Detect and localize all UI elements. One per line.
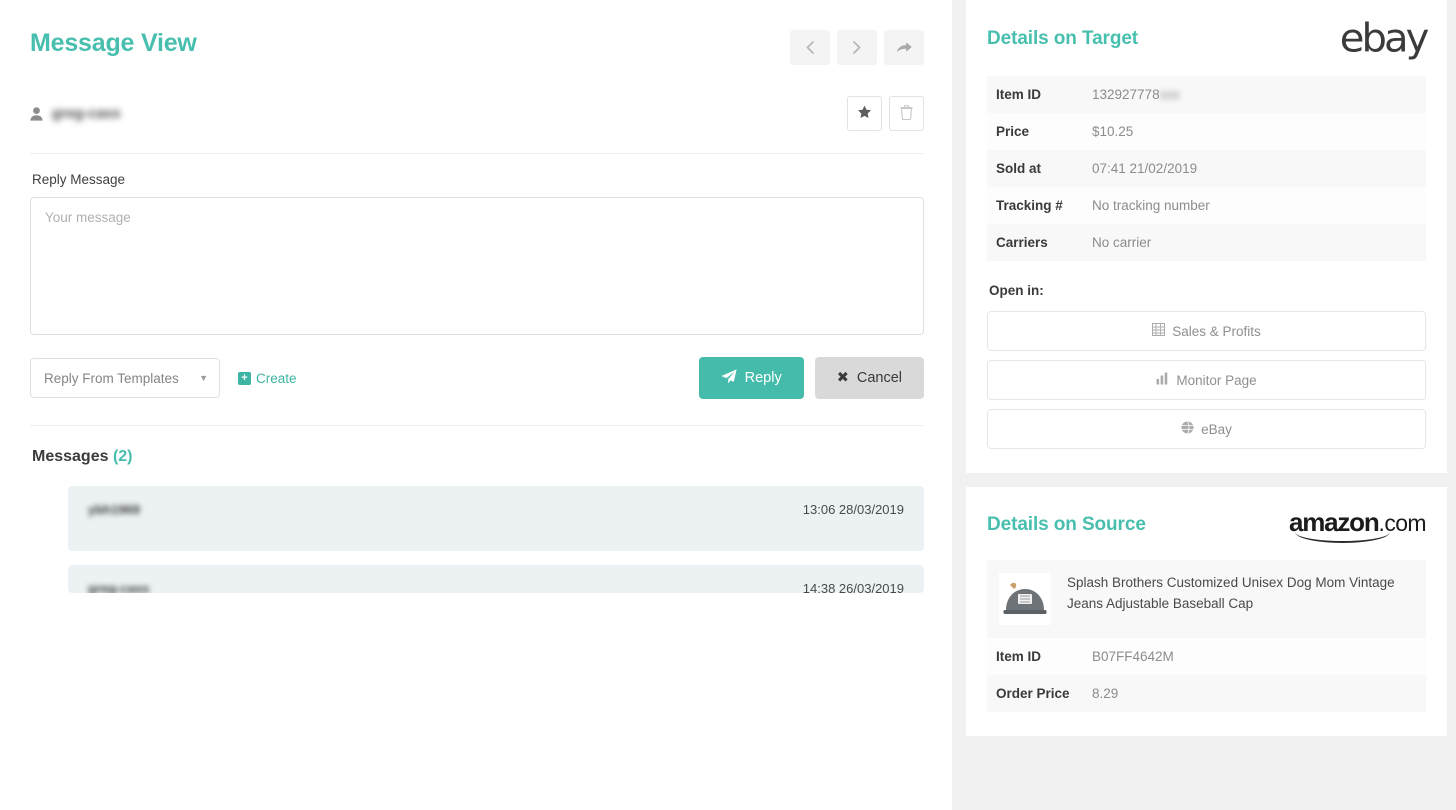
- message-date: 13:06 28/03/2019: [802, 502, 904, 517]
- row-key: Carriers: [996, 235, 1048, 250]
- reply-templates-select[interactable]: Reply From Templates ▼: [30, 358, 220, 398]
- row-value: No tracking number: [1092, 198, 1210, 213]
- row-key: Item ID: [996, 649, 1042, 664]
- target-item-id: 132927778: [1092, 87, 1160, 102]
- message-nav-buttons: [790, 22, 924, 65]
- message-sender: greg-cass: [88, 581, 150, 593]
- source-card-header: Details on Source amazon.com: [987, 509, 1427, 543]
- row-value: 07:41 21/02/2019: [1092, 161, 1198, 176]
- sender-username: greg-cass: [52, 105, 121, 122]
- source-details-table: Item ID B07FF4642M Order Price 8.29: [987, 638, 1426, 712]
- details-on-target-card: Details on Target ebay Item ID 132927778…: [966, 0, 1447, 473]
- details-on-source-title: Details on Source: [987, 513, 1146, 535]
- trash-icon: [900, 104, 913, 123]
- message-item[interactable]: greg-cass 14:38 26/03/2019: [68, 565, 924, 593]
- amazon-smile-icon: [1294, 532, 1390, 543]
- product-thumbnail: [999, 573, 1051, 625]
- target-item-id-redacted: xxx: [1159, 87, 1180, 102]
- row-key: Tracking #: [996, 198, 1063, 213]
- source-product-row: Splash Brothers Customized Unisex Dog Mo…: [987, 560, 1426, 638]
- amazon-logo: amazon.com: [1289, 509, 1427, 543]
- table-row: Carriers No carrier: [987, 224, 1426, 261]
- message-sender: ybh1969: [88, 502, 141, 517]
- sender-action-buttons: [847, 96, 924, 131]
- reply-templates-value: Reply From Templates: [44, 370, 179, 386]
- globe-icon: [1181, 421, 1194, 437]
- page-title: Message View: [30, 29, 197, 57]
- sender-info: greg-cass: [30, 106, 121, 122]
- details-on-target-title: Details on Target: [987, 28, 1139, 49]
- reply-toolbar-left: Reply From Templates ▼ + Create: [30, 358, 297, 398]
- reply-button[interactable]: Reply: [698, 357, 804, 399]
- row-key: Sold at: [996, 161, 1042, 176]
- ebay-logo: ebay: [1339, 16, 1429, 62]
- user-icon: [30, 106, 43, 121]
- source-product-name: Splash Brothers Customized Unisex Dog Mo…: [1067, 575, 1395, 611]
- open-in-sales-profits-label: Sales & Profits: [1172, 323, 1261, 339]
- delete-message-button[interactable]: [889, 96, 924, 131]
- row-value[interactable]: B07FF4642M: [1083, 638, 1426, 675]
- table-row: Order Price 8.29: [987, 675, 1426, 712]
- row-key: Order Price: [996, 686, 1070, 701]
- row-value[interactable]: 132927778xxx: [1083, 76, 1426, 113]
- open-in-ebay-label: eBay: [1201, 421, 1232, 437]
- open-in-ebay-button[interactable]: eBay: [987, 409, 1426, 449]
- details-on-source-card: Details on Source amazon.com Splash Brot…: [966, 487, 1447, 736]
- row-key: Item ID: [996, 87, 1042, 102]
- message-header: greg-cass 14:38 26/03/2019: [88, 581, 904, 593]
- forward-arrow-icon: [896, 41, 913, 55]
- messages-count: (2): [112, 448, 133, 465]
- row-value: $10.25: [1092, 124, 1134, 139]
- panel-header: Message View: [30, 22, 924, 78]
- details-sidebar: Details on Target ebay Item ID 132927778…: [966, 0, 1447, 736]
- forward-message-button[interactable]: [884, 30, 924, 65]
- bar-chart-icon: [1156, 372, 1169, 388]
- open-in-monitor-page-button[interactable]: Monitor Page: [987, 360, 1426, 400]
- reply-message-input[interactable]: [30, 197, 924, 335]
- reply-toolbar-right: Reply ✖ Cancel: [698, 357, 924, 399]
- table-row: Sold at 07:41 21/02/2019: [987, 150, 1426, 187]
- app-root: Message View greg-cass Reply Message You…: [0, 0, 1456, 810]
- message-header: ybh1969 13:06 28/03/2019: [88, 502, 904, 517]
- message-sender-row: greg-cass: [30, 78, 924, 154]
- message-date: 14:38 26/03/2019: [802, 581, 904, 593]
- message-view-panel: Message View greg-cass Reply Message You…: [0, 0, 952, 810]
- next-message-button[interactable]: [837, 30, 877, 65]
- message-item[interactable]: ybh1969 13:06 28/03/2019: [68, 486, 924, 551]
- messages-heading: Messages (2): [32, 448, 924, 466]
- table-row: Item ID 132927778xxx: [987, 76, 1426, 113]
- table-row: Item ID B07FF4642M: [987, 638, 1426, 675]
- row-value: No carrier: [1092, 235, 1152, 250]
- previous-message-button[interactable]: [790, 30, 830, 65]
- create-template-label: Create: [256, 370, 297, 386]
- reply-toolbar: Reply From Templates ▼ + Create Reply ✖: [30, 357, 924, 426]
- reply-message-label: Reply Message: [32, 172, 126, 187]
- open-in-label: Open in:: [989, 283, 1044, 298]
- star-message-button[interactable]: [847, 96, 882, 131]
- chevron-down-icon: ▼: [199, 373, 208, 383]
- plus-square-icon: +: [238, 371, 251, 385]
- paper-plane-icon: [721, 368, 737, 388]
- table-icon: [1152, 323, 1166, 339]
- row-key: Price: [996, 124, 1030, 139]
- target-card-header: Details on Target ebay: [987, 16, 1429, 62]
- close-icon: ✖: [836, 370, 849, 386]
- chevron-left-icon: [806, 41, 814, 54]
- cancel-button[interactable]: ✖ Cancel: [814, 357, 924, 399]
- baseball-cap-icon: [1003, 582, 1047, 614]
- chevron-right-icon: [853, 41, 861, 54]
- create-template-link[interactable]: + Create: [238, 371, 297, 386]
- open-in-sales-profits-button[interactable]: Sales & Profits: [987, 311, 1426, 351]
- table-row: Price $10.25: [987, 113, 1426, 150]
- reply-button-label: Reply: [744, 370, 782, 386]
- open-in-monitor-page-label: Monitor Page: [1176, 372, 1257, 388]
- messages-list: ybh1969 13:06 28/03/2019 greg-cass 14:38…: [30, 486, 924, 593]
- table-row: Tracking # No tracking number: [987, 187, 1426, 224]
- row-value: 8.29: [1092, 686, 1119, 701]
- messages-heading-label: Messages: [32, 448, 109, 465]
- target-details-table: Item ID 132927778xxx Price $10.25 Sold a…: [987, 76, 1426, 261]
- cancel-button-label: Cancel: [856, 370, 902, 386]
- star-icon: [857, 105, 872, 122]
